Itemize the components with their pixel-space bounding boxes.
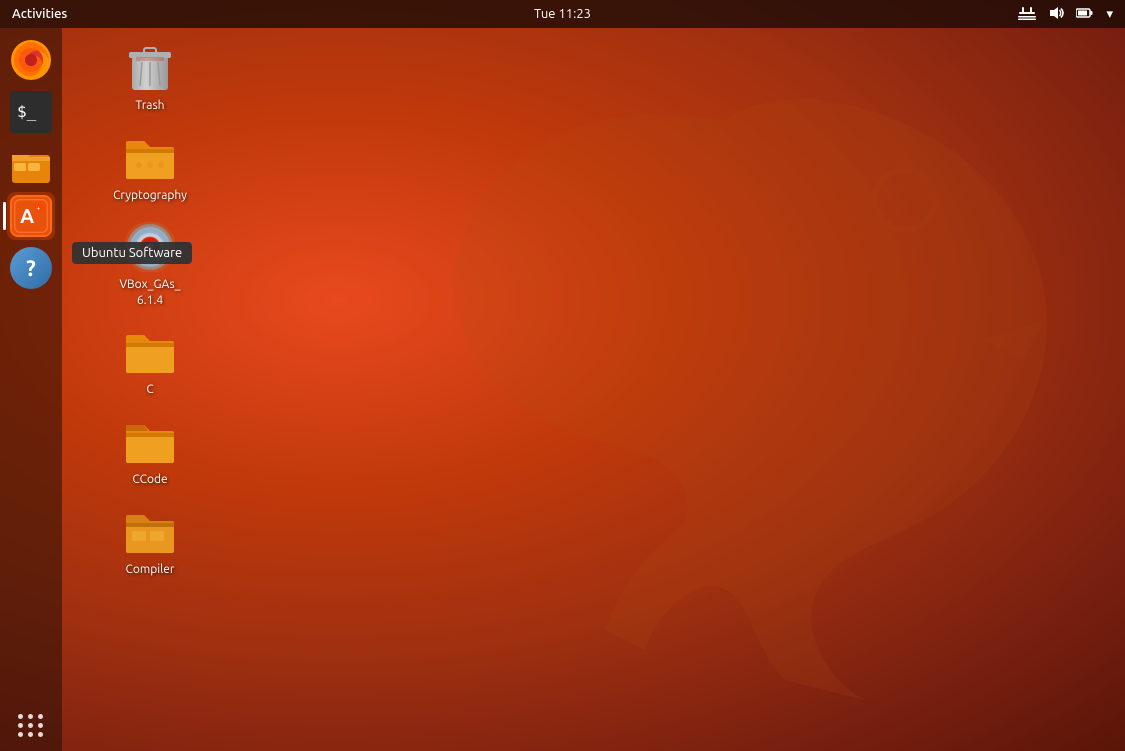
trash-icon-item[interactable]: Trash bbox=[100, 36, 200, 120]
c-folder-icon-image bbox=[124, 326, 176, 378]
ccode-folder-label: CCode bbox=[132, 472, 167, 488]
vbox-gas-icon-item[interactable]: VBox_GAs_6.1.4 bbox=[100, 215, 200, 314]
help-icon: ? bbox=[10, 247, 52, 289]
c-folder-icon-item[interactable]: C bbox=[100, 320, 200, 404]
cryptography-label: Cryptography bbox=[113, 188, 187, 204]
cryptography-icon-item[interactable]: Cryptography bbox=[100, 126, 200, 210]
firefox-icon bbox=[10, 39, 52, 81]
dock-item-help[interactable]: ? bbox=[7, 244, 55, 292]
ccode-folder-icon-item[interactable]: CCode bbox=[100, 410, 200, 494]
compiler-folder-label: Compiler bbox=[126, 562, 175, 578]
activities-button[interactable]: Activities bbox=[0, 0, 79, 28]
svg-text:$_: $_ bbox=[17, 102, 37, 121]
svg-text:+: + bbox=[36, 205, 40, 213]
svg-text:A: A bbox=[20, 204, 34, 227]
top-panel: Activities Tue 11:23 bbox=[0, 0, 1125, 28]
trash-icon-image bbox=[124, 42, 176, 94]
cryptography-icon-image bbox=[124, 132, 176, 184]
ccode-folder-icon-image bbox=[124, 416, 176, 468]
terminal-icon: $_ bbox=[10, 91, 52, 133]
dock-item-terminal[interactable]: $_ bbox=[7, 88, 55, 136]
show-applications-button[interactable] bbox=[14, 710, 48, 741]
volume-icon[interactable] bbox=[1044, 4, 1068, 25]
battery-icon[interactable] bbox=[1072, 5, 1098, 24]
vbox-gas-icon-image bbox=[124, 221, 176, 273]
dock-item-firefox[interactable] bbox=[7, 36, 55, 84]
panel-right-icons: ▾ bbox=[1014, 4, 1125, 25]
dock-item-ubuntu-software[interactable]: A + bbox=[7, 192, 55, 240]
desktop-icons-area: Trash Cryptography bbox=[70, 28, 230, 587]
compiler-folder-icon-item[interactable]: Compiler bbox=[100, 500, 200, 584]
compiler-folder-icon-image bbox=[124, 506, 176, 558]
network-icon[interactable] bbox=[1014, 4, 1040, 25]
files-icon bbox=[10, 143, 52, 185]
vbox-gas-label: VBox_GAs_6.1.4 bbox=[119, 277, 180, 308]
ubuntu-software-icon: A + bbox=[10, 195, 52, 237]
dock: $_ A + ? bbox=[0, 28, 62, 751]
c-folder-label: C bbox=[146, 382, 153, 398]
trash-label: Trash bbox=[135, 98, 164, 114]
system-menu-icon[interactable]: ▾ bbox=[1102, 5, 1117, 24]
dock-item-files[interactable] bbox=[7, 140, 55, 188]
bird-silhouette bbox=[385, 40, 1065, 700]
clock: Tue 11:23 bbox=[534, 7, 591, 21]
